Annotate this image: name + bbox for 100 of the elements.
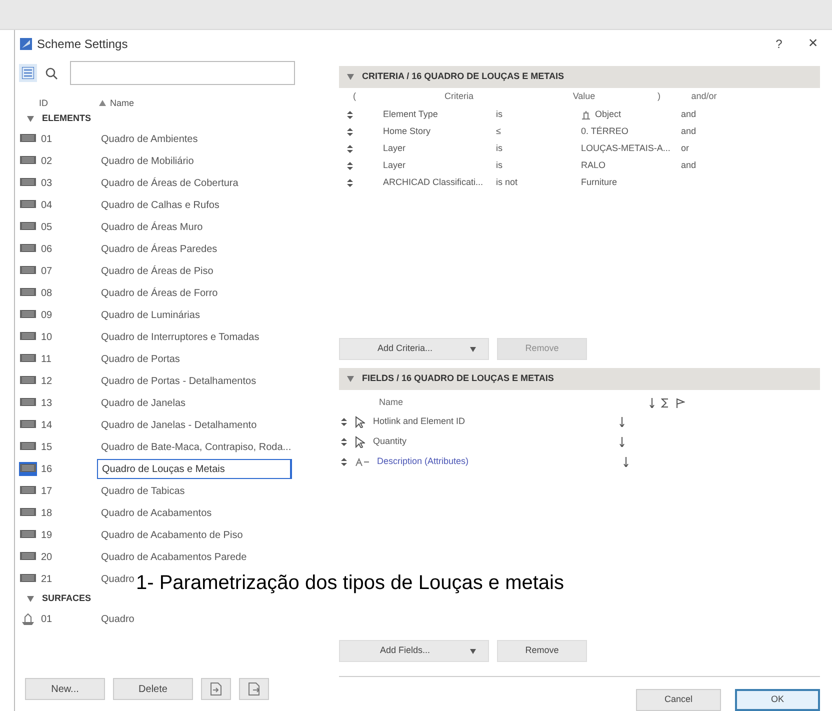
drag-handle-icon bbox=[347, 110, 353, 118]
table-icon bbox=[20, 353, 36, 365]
value-cell-text: Object bbox=[595, 108, 622, 121]
scheme-list-item[interactable]: Quadro de Acabamento de Piso bbox=[97, 528, 243, 542]
document-icon bbox=[210, 682, 222, 696]
criterion-cell: ARCHICAD Classificati... bbox=[383, 176, 484, 187]
conjunction-cell-text: and bbox=[681, 124, 696, 138]
item-id: 01 bbox=[41, 132, 54, 146]
operator-cell: is bbox=[496, 108, 502, 119]
scheme-list-item[interactable]: Quadro de Áreas de Cobertura bbox=[97, 176, 238, 190]
group-label: SURFACES bbox=[42, 592, 92, 606]
item-id: 16 bbox=[41, 462, 54, 476]
section-header[interactable]: FIELDS / 16 QUADRO DE LOUÇAS E METAIS bbox=[339, 368, 820, 390]
document-icon bbox=[248, 682, 260, 696]
scheme-list-item[interactable]: Quadro bbox=[97, 612, 134, 626]
add-fields-button[interactable]: Add Fields... bbox=[339, 640, 489, 662]
value-cell-text: Furniture bbox=[581, 176, 618, 189]
list-icon bbox=[22, 67, 34, 79]
operator-cell: ≤ bbox=[496, 126, 501, 136]
scheme-list-item[interactable]: Quadro de Áreas Paredes bbox=[97, 242, 218, 256]
scheme-list-item[interactable]: Quadro de Portas - Detalhamentos bbox=[97, 374, 256, 388]
caption: 1- Parametrização dos tipos de Louças e metais bbox=[136, 571, 564, 596]
conjunction-cell-text: and bbox=[681, 108, 696, 121]
add-criteria-button[interactable]: Add Criteria... bbox=[339, 338, 489, 360]
item-id: 20 bbox=[41, 550, 54, 564]
column-header: Criteria bbox=[443, 90, 474, 104]
dialog-button[interactable]: New... bbox=[25, 678, 105, 700]
section-title: CRITERIA / 16 QUADRO DE LOUÇAS E METAIS bbox=[362, 70, 564, 84]
item-id: 13 bbox=[41, 396, 54, 410]
table-icon bbox=[20, 221, 36, 233]
column-header: Value bbox=[572, 90, 596, 104]
import-button[interactable] bbox=[201, 678, 231, 700]
table-icon bbox=[20, 573, 36, 585]
field-name: Hotlink and Element ID bbox=[372, 415, 466, 428]
scheme-list-item[interactable]: Quadro de Tabicas bbox=[97, 484, 185, 498]
surface-icon bbox=[20, 613, 36, 625]
section-header[interactable]: CRITERIA / 16 QUADRO DE LOUÇAS E METAIS bbox=[339, 66, 820, 88]
sort-icon bbox=[619, 437, 625, 447]
scheme-list-item[interactable]: Quadro de Áreas Muro bbox=[97, 220, 203, 234]
table-icon bbox=[20, 551, 36, 563]
criterion-cell: Element Type bbox=[383, 108, 438, 119]
item-id: 03 bbox=[41, 176, 54, 190]
sort-icon bbox=[649, 398, 655, 408]
item-id: 02 bbox=[41, 154, 54, 168]
column-header: and/or bbox=[690, 90, 718, 104]
dialog-button[interactable]: OK bbox=[735, 689, 820, 711]
export-button[interactable] bbox=[239, 678, 269, 700]
table-icon bbox=[20, 243, 36, 255]
scheme-list-item[interactable]: Quadro de Portas bbox=[97, 352, 180, 366]
remove-button[interactable]: Remove bbox=[497, 640, 587, 662]
table-icon bbox=[20, 133, 36, 145]
operator-cell: is not bbox=[496, 176, 518, 187]
drag-handle-icon bbox=[347, 162, 353, 170]
item-id: 12 bbox=[41, 374, 54, 388]
item-id: 17 bbox=[41, 484, 54, 498]
table-icon bbox=[20, 507, 36, 519]
dialog-button[interactable]: Cancel bbox=[636, 689, 721, 711]
search-field[interactable] bbox=[70, 61, 295, 85]
scheme-list-item[interactable]: Quadro de Luminárias bbox=[97, 308, 200, 322]
value-cell-text: LOUÇAS-METAIS-A... bbox=[581, 142, 670, 155]
scheme-list-item[interactable]: Quadro de Calhas e Rufos bbox=[97, 198, 220, 212]
table-icon bbox=[20, 485, 36, 497]
scheme-list-item[interactable]: Quadro de Acabamentos bbox=[97, 506, 212, 520]
scheme-list-item[interactable]: Quadro de Mobiliário bbox=[97, 154, 194, 168]
table-icon bbox=[20, 331, 36, 343]
conjunction-cell-text: and bbox=[681, 158, 696, 172]
scheme-list-item[interactable]: Quadro de Ambientes bbox=[97, 132, 198, 146]
scheme-list-item[interactable]: Quadro de Louças e Metais bbox=[97, 459, 292, 479]
item-id: 07 bbox=[41, 264, 54, 278]
window-title: Scheme Settings bbox=[37, 36, 128, 53]
scheme-list-item[interactable]: Quadro de Bate-Maca, Contrapiso, Roda... bbox=[97, 440, 292, 454]
drag-handle-icon bbox=[341, 418, 347, 426]
search-icon bbox=[45, 66, 58, 80]
table-icon bbox=[20, 419, 36, 431]
table-icon bbox=[20, 529, 36, 541]
scheme-list-item[interactable]: Quadro de Janelas - Detalhamento bbox=[97, 418, 257, 432]
table-icon bbox=[20, 309, 36, 321]
drag-handle-icon bbox=[341, 438, 347, 446]
help-button[interactable]: ? bbox=[764, 35, 794, 53]
view-toggle-button[interactable] bbox=[19, 64, 37, 82]
item-id: 01 bbox=[41, 612, 54, 626]
item-id: 05 bbox=[41, 220, 54, 234]
criterion-cell: Layer bbox=[383, 160, 406, 170]
flag-icon bbox=[675, 398, 685, 408]
drag-handle-icon bbox=[347, 144, 353, 152]
scheme-list-item[interactable]: Quadro de Áreas de Forro bbox=[97, 286, 218, 300]
cursor-icon bbox=[355, 436, 365, 448]
close-button[interactable]: × bbox=[798, 32, 828, 56]
item-id: 09 bbox=[41, 308, 54, 322]
scheme-list-item[interactable]: Quadro de Interruptores e Tomadas bbox=[97, 330, 260, 344]
value-cell-text: RALO bbox=[581, 158, 606, 172]
scheme-list-item[interactable]: Quadro de Áreas de Piso bbox=[97, 264, 214, 278]
scheme-list-item[interactable]: Quadro de Acabamentos Parede bbox=[97, 550, 247, 564]
scheme-list-item[interactable]: Quadro bbox=[97, 572, 134, 586]
sum-icon bbox=[661, 398, 669, 408]
dialog-button[interactable]: Delete bbox=[113, 678, 193, 700]
scheme-list-item[interactable]: Quadro de Janelas bbox=[97, 396, 186, 410]
item-id: 11 bbox=[41, 352, 52, 366]
drag-handle-icon bbox=[341, 458, 347, 466]
field-name: Quantity bbox=[372, 435, 408, 448]
